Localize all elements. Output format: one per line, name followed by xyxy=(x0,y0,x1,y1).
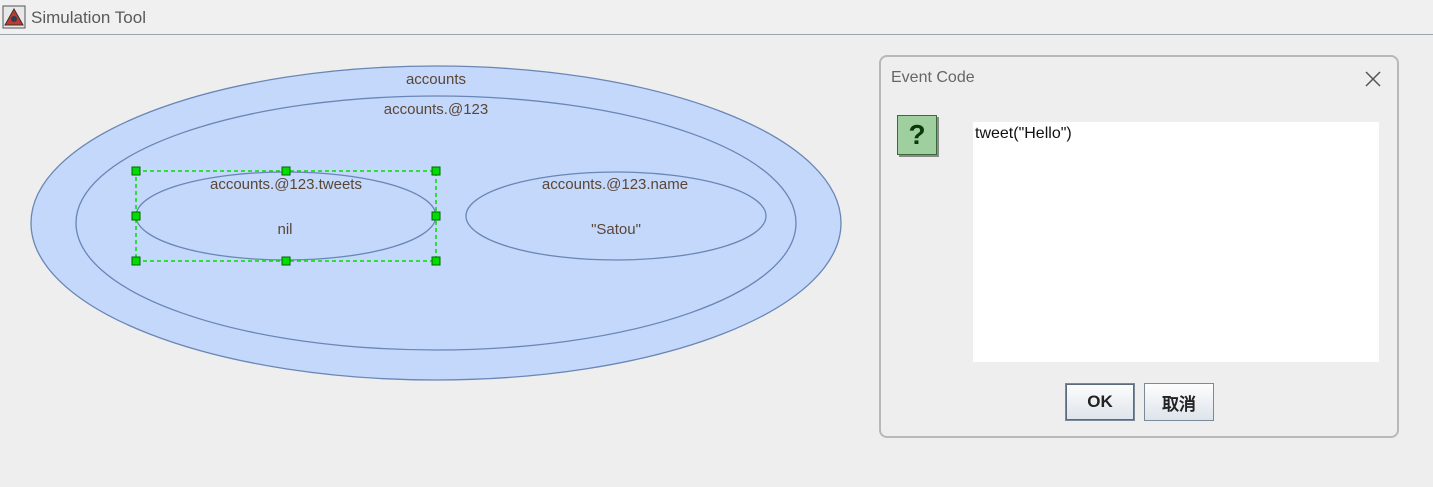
resize-handle-nw[interactable] xyxy=(131,166,141,176)
tweets-ellipse-value: nil xyxy=(277,221,292,238)
event-code-input[interactable]: tweet("Hello") xyxy=(973,122,1379,362)
outer-ellipse-label: accounts xyxy=(406,71,466,88)
question-icon: ? xyxy=(897,115,937,155)
ok-button[interactable]: OK xyxy=(1065,383,1135,421)
dialog-title: Event Code xyxy=(891,69,975,86)
app-icon xyxy=(2,5,26,29)
close-icon[interactable] xyxy=(1363,69,1383,89)
resize-handle-se[interactable] xyxy=(431,256,441,266)
inner-ellipse-label: accounts.@123 xyxy=(384,101,488,118)
event-code-dialog: Event Code ? tweet("Hello") OK 取消 xyxy=(879,55,1399,438)
window-title: Simulation Tool xyxy=(31,8,146,27)
resize-handle-ne[interactable] xyxy=(431,166,441,176)
name-ellipse-label: accounts.@123.name xyxy=(542,176,688,193)
diagram-canvas[interactable]: accounts accounts.@123 accounts.@123.twe… xyxy=(0,35,860,487)
name-ellipse-value: "Satou" xyxy=(591,221,641,238)
title-bar: Simulation Tool xyxy=(0,0,1433,35)
resize-handle-s[interactable] xyxy=(281,256,291,266)
cancel-button[interactable]: 取消 xyxy=(1144,383,1214,421)
resize-handle-w[interactable] xyxy=(131,211,141,221)
resize-handle-sw[interactable] xyxy=(131,256,141,266)
tweets-ellipse-label: accounts.@123.tweets xyxy=(210,176,362,193)
resize-handle-e[interactable] xyxy=(431,211,441,221)
dialog-header[interactable]: Event Code xyxy=(881,57,1397,99)
resize-handle-n[interactable] xyxy=(281,166,291,176)
